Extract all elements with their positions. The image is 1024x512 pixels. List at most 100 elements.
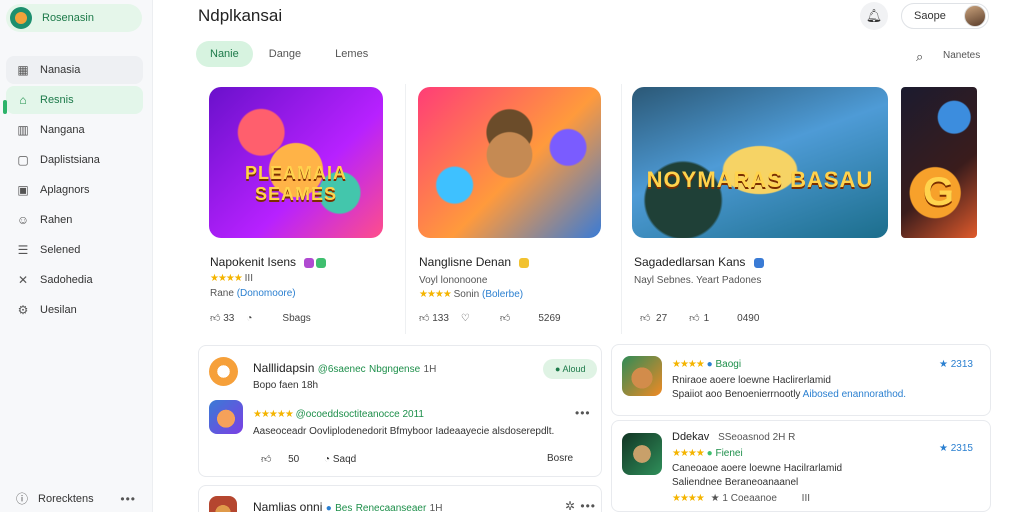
more-options-icon[interactable]: ✲ •••: [565, 499, 596, 512]
featured-card-0[interactable]: PLEAMAIA SEAMES Napokenit Isens ★★★★ III…: [198, 84, 406, 334]
game-art-image[interactable]: NOYMARAS BASAU: [632, 87, 888, 238]
page-title: Ndplkansai: [198, 6, 283, 25]
heart-icon[interactable]: ♡: [461, 313, 470, 324]
sidebar-item-1[interactable]: ⌂ Resnis: [6, 86, 143, 114]
comment-icon[interactable]: ◔: [324, 454, 330, 465]
home-icon: ⌂: [19, 93, 27, 107]
avatar[interactable]: [964, 5, 986, 27]
game-art-image[interactable]: G: [901, 87, 977, 238]
featured-card-3[interactable]: G: [900, 84, 980, 334]
meta-text: Sonin: [453, 289, 480, 300]
card-actions: 👍︎ 33 ◔ Sbags: [210, 312, 311, 325]
tab-2[interactable]: Lemes: [335, 48, 368, 60]
thumb-count: 1: [703, 312, 710, 324]
review-rank: 1H: [429, 503, 443, 512]
tab-0[interactable]: Nanie: [196, 41, 253, 67]
game-art-image[interactable]: [418, 87, 601, 238]
apps-icon: ▣: [17, 183, 29, 197]
like-count: 50: [288, 454, 300, 465]
review-name: Namlias onni: [253, 500, 323, 512]
game-subtitle: Nayl Sebnes. Yeart Padones: [634, 275, 762, 286]
featured-card-1[interactable]: Nanglisne Denan Voyl lononoone ★★★★ Soni…: [406, 84, 622, 334]
app-icon: [209, 357, 238, 386]
review-rating-line: ★★★★★ @ocoeddsoctiteanocce 2011: [253, 409, 424, 420]
card-action-label[interactable]: Sbags: [282, 313, 310, 324]
review-tag[interactable]: Renecaanseaer: [356, 503, 427, 512]
rating-count: III: [244, 273, 253, 284]
comment-icon[interactable]: ◔: [246, 313, 252, 324]
like-count: 133: [432, 312, 449, 324]
featured-card-2[interactable]: NOYMARAS BASAU Sagadedlarsan Kans Nayl S…: [622, 84, 894, 334]
meta-link[interactable]: (Bolerbe): [482, 289, 523, 300]
side-review-rating: ★★★★ ● Baogi: [672, 359, 741, 370]
notification-bell-icon[interactable]: 🔔︎: [860, 2, 888, 30]
search-icon[interactable]: ⌕: [916, 49, 923, 65]
thumb-icon[interactable]: 👍︎: [500, 312, 510, 324]
side-review-card-0[interactable]: ★★★★ ● Baogi ★ 2313 Rniraoe aoere loewne…: [611, 344, 991, 416]
brand-pill[interactable]: Rosenasin: [6, 4, 142, 32]
like-icon[interactable]: 👍︎: [210, 312, 220, 324]
review-card-1[interactable]: Namlias onni ● Bes Renecaanseaer 1H ✲ ••…: [198, 485, 602, 512]
review-subtitle: Bopo faen 18h: [253, 380, 318, 391]
like-icon[interactable]: 👍︎: [640, 312, 650, 324]
review-card-0[interactable]: Nalllidapsin @6saenec Nbgngense 1H Bopo …: [198, 345, 602, 477]
sidebar-item-2[interactable]: ▥ Nangana: [6, 116, 143, 144]
review-title: Nalllidapsin @6saenec Nbgngense 1H: [253, 361, 436, 375]
score: ★ 2313: [939, 359, 973, 370]
like-icon[interactable]: 👍︎: [261, 454, 271, 465]
status-badge-label: Aloud: [562, 364, 586, 374]
sidebar-item-8[interactable]: ⚙ Uesilan: [6, 296, 143, 324]
signin-button[interactable]: Saope: [901, 3, 989, 29]
game-art-title: G: [922, 170, 956, 215]
review-name: Nalllidapsin: [253, 361, 315, 375]
status-badge[interactable]: ● Aloud: [543, 359, 598, 379]
filter-link[interactable]: Nanetes: [943, 50, 980, 61]
like-icon[interactable]: 👍︎: [419, 312, 429, 324]
thumb-icon[interactable]: 👍︎: [689, 312, 699, 324]
review-handle[interactable]: Bes: [335, 503, 352, 512]
sidebar-footer[interactable]: ⓘ Rorecktens •••: [16, 490, 136, 507]
like-count: 33: [223, 312, 235, 324]
user-icon: ☺: [16, 213, 30, 227]
sidebar-item-6[interactable]: ☰ Selened: [6, 236, 143, 264]
meta-link[interactable]: (Donomoore): [237, 288, 296, 299]
review-tag[interactable]: Nbgngense: [369, 364, 420, 375]
tab-1[interactable]: Dange: [269, 48, 301, 60]
sidebar-item-7[interactable]: ✕ Sadohedia: [6, 266, 143, 294]
badge-icon: [519, 257, 530, 268]
side-review-rating: ★★★★ ● Fienei: [672, 448, 743, 459]
sidebar-item-label: Nanasia: [40, 64, 81, 76]
game-name: Sagadedlarsan Kans: [634, 255, 764, 269]
sidebar-item-label: Selened: [40, 244, 81, 256]
review-handle[interactable]: @6saenec: [318, 364, 366, 375]
game-rating: ★★★★ Sonin (Bolerbe): [419, 289, 523, 300]
rating-label: Baogi: [715, 359, 742, 370]
star-rating: ★★★★: [672, 493, 705, 504]
game-subtitle: Voyl lononoone: [419, 275, 488, 286]
more-options-icon[interactable]: •••: [575, 406, 591, 420]
side-review-line1: Rniraoe aoere loewne Haclirerlamid: [672, 375, 831, 386]
footer-rank: III: [801, 493, 811, 504]
check-icon: ●: [706, 448, 713, 459]
game-art-title: PLEAMAIA SEAMES: [245, 162, 347, 204]
chart-icon: ▥: [17, 123, 29, 137]
more-icon[interactable]: •••: [120, 492, 136, 506]
star-rating: ★★★★★: [253, 409, 294, 420]
grid-icon: ▦: [17, 63, 29, 77]
side-review-line1: Caneoaoe aoere loewne Hacilrarlamid: [672, 463, 843, 474]
sidebar-item-5[interactable]: ☺ Rahen: [6, 206, 143, 234]
reply-label[interactable]: Saqd: [333, 454, 356, 465]
review-line-text: Spaiiot aoo Benoenierrnootly: [672, 389, 801, 400]
brand-name: Rosenasin: [42, 12, 94, 24]
sidebar-item-0[interactable]: ▦ Nanasia: [6, 56, 143, 84]
review-actions: 👍︎ 50 ◔ Saqd: [261, 453, 356, 465]
review-link[interactable]: Aibosed enannorathod.: [803, 389, 906, 400]
sidebar-item-label: Sadohedia: [40, 274, 93, 286]
share-button[interactable]: Bosre: [547, 453, 573, 464]
sidebar-item-label: Rahen: [40, 214, 73, 226]
badge-icon: [304, 257, 315, 268]
game-art-image[interactable]: PLEAMAIA SEAMES: [209, 87, 383, 238]
sidebar-item-3[interactable]: ▢ Daplistsiana: [6, 146, 143, 174]
sidebar-item-4[interactable]: ▣ Aplagnors: [6, 176, 143, 204]
side-review-card-1[interactable]: Ddekav SSeoasnod 2H R ★★★★ ● Fienei ★ 23…: [611, 420, 991, 512]
